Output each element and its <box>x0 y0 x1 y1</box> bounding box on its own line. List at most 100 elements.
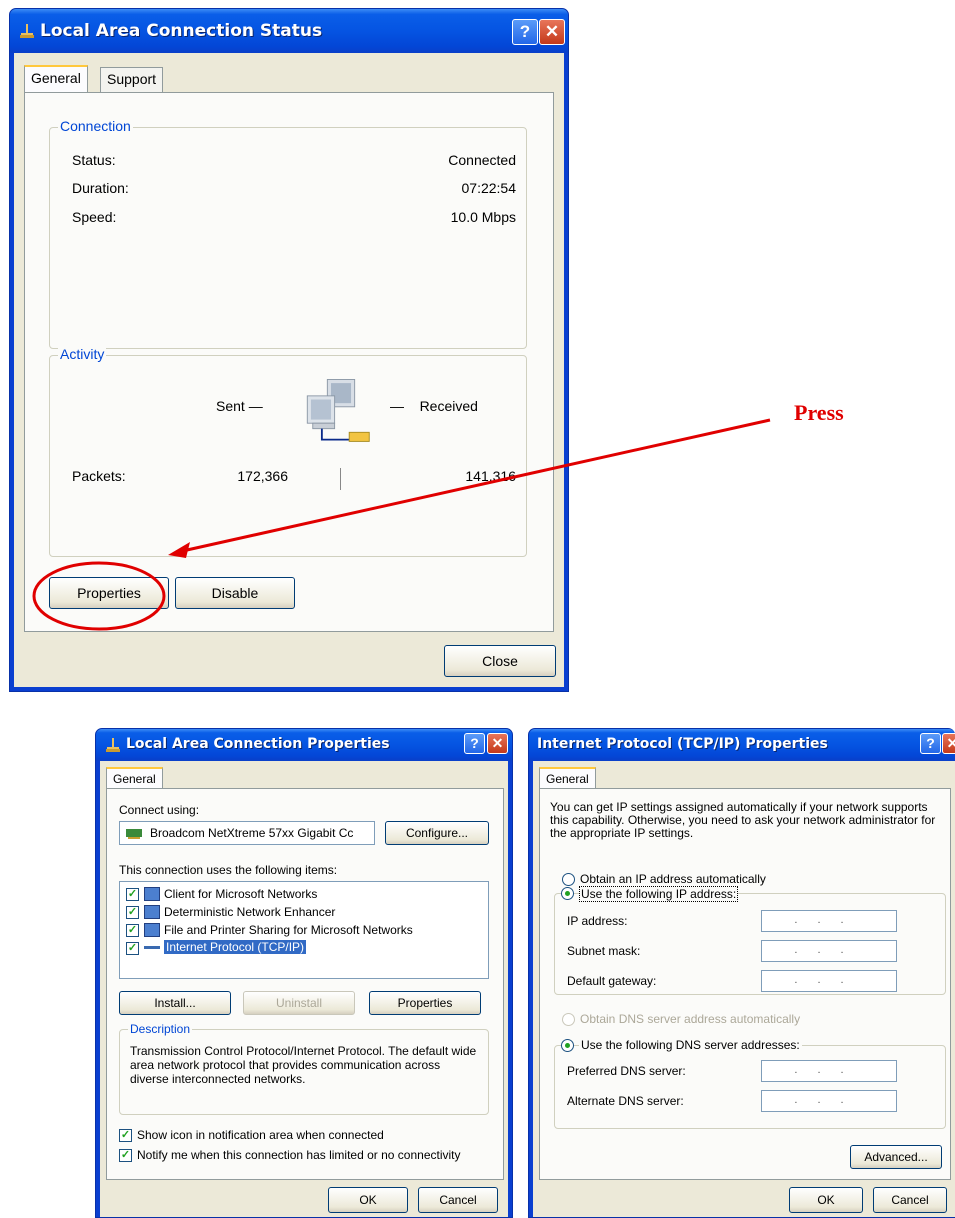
duration-label: Duration: <box>72 180 129 196</box>
lac-titlebar[interactable]: Local Area Connection Properties ? ✕ <box>96 729 512 761</box>
obtain-dns-radio[interactable] <box>562 1013 575 1026</box>
tab-support[interactable]: Support <box>100 67 164 93</box>
close-window-button[interactable]: ✕ <box>487 733 508 754</box>
tab-general[interactable]: General <box>24 65 88 93</box>
speed-label: Speed: <box>72 209 117 225</box>
use-ip-label: Use the following IP address: <box>579 886 739 902</box>
obtain-dns-label: Obtain DNS server address automatically <box>580 1012 801 1026</box>
use-dns-label: Use the following DNS server addresses: <box>579 1038 802 1052</box>
press-annotation: Press <box>794 400 844 425</box>
show-icon-checkbox[interactable]: ✓ <box>119 1129 132 1142</box>
list-item[interactable]: ✓ Client for Microsoft Networks <box>120 886 488 903</box>
obtain-ip-label: Obtain an IP address automatically <box>580 872 766 886</box>
ip-address-input[interactable]: ... <box>761 910 897 932</box>
item-label: File and Printer Sharing for Microsoft N… <box>164 923 413 937</box>
install-button[interactable]: Install... <box>119 991 231 1015</box>
advanced-button[interactable]: Advanced... <box>850 1145 942 1169</box>
packets-received-value: 141,316 <box>465 468 516 484</box>
status-general-panel: Connection Status: Connected Duration: 0… <box>24 92 554 632</box>
description-group-label: Description <box>128 1022 193 1036</box>
item-label: Internet Protocol (TCP/IP) <box>164 940 307 954</box>
network-connection-icon <box>20 24 34 38</box>
disable-button[interactable]: Disable <box>175 577 295 609</box>
item-checkbox[interactable]: ✓ <box>126 906 139 919</box>
help-button[interactable]: ? <box>464 733 485 754</box>
status-titlebar[interactable]: Local Area Connection Status ? ✕ <box>10 9 568 53</box>
preferred-dns-label: Preferred DNS server: <box>567 1064 686 1078</box>
cancel-button[interactable]: Cancel <box>873 1187 947 1213</box>
printer-icon <box>144 923 160 937</box>
sent-label: Sent — <box>216 398 263 414</box>
help-button[interactable]: ? <box>512 19 538 45</box>
network-connection-icon <box>106 738 120 752</box>
tcpip-properties-dialog: Internet Protocol (TCP/IP) Properties ? … <box>528 728 955 1218</box>
configure-button[interactable]: Configure... <box>385 821 489 845</box>
alternate-dns-input[interactable]: ... <box>761 1090 897 1112</box>
properties-button[interactable]: Properties <box>49 577 169 609</box>
connection-group: Connection Status: Connected Duration: 0… <box>49 118 527 349</box>
ok-button[interactable]: OK <box>789 1187 863 1213</box>
activity-group-label: Activity <box>58 346 107 362</box>
show-icon-label: Show icon in notification area when conn… <box>137 1128 384 1142</box>
item-label: Client for Microsoft Networks <box>164 887 318 901</box>
item-checkbox[interactable]: ✓ <box>126 924 139 937</box>
packets-label: Packets: <box>72 468 126 484</box>
close-button[interactable]: Close <box>444 645 556 677</box>
tab-general[interactable]: General <box>539 767 596 789</box>
adapter-field: Broadcom NetXtreme 57xx Gigabit Cc <box>119 821 375 845</box>
intro-text: You can get IP settings assigned automat… <box>550 800 936 840</box>
default-gateway-input[interactable]: ... <box>761 970 897 992</box>
items-label: This connection uses the following items… <box>119 863 338 877</box>
uninstall-button[interactable]: Uninstall <box>243 991 355 1015</box>
tab-general[interactable]: General <box>106 767 163 789</box>
description-text: Transmission Control Protocol/Internet P… <box>130 1044 477 1086</box>
speed-value: 10.0 Mbps <box>450 209 516 225</box>
close-window-button[interactable]: ✕ <box>942 733 955 754</box>
preferred-dns-input[interactable]: ... <box>761 1060 897 1082</box>
properties-button[interactable]: Properties <box>369 991 481 1015</box>
item-checkbox[interactable]: ✓ <box>126 942 139 955</box>
item-checkbox[interactable]: ✓ <box>126 888 139 901</box>
lac-title: Local Area Connection Properties <box>126 736 390 752</box>
notify-checkbox[interactable]: ✓ <box>119 1149 132 1162</box>
notify-label: Notify me when this connection has limit… <box>137 1148 461 1162</box>
help-button[interactable]: ? <box>920 733 941 754</box>
item-label: Deterministic Network Enhancer <box>164 905 336 919</box>
components-list[interactable]: ✓ Client for Microsoft Networks ✓ Determ… <box>119 881 489 979</box>
obtain-ip-radio[interactable] <box>562 873 575 886</box>
status-value: Connected <box>448 152 516 168</box>
ip-address-label: IP address: <box>567 914 628 928</box>
tcpip-general-panel: You can get IP settings assigned automat… <box>539 788 951 1180</box>
use-dns-radio[interactable] <box>561 1039 574 1052</box>
status-client-area: General Support Connection Status: Conne… <box>14 53 564 687</box>
list-item[interactable]: ✓ Deterministic Network Enhancer <box>120 904 488 921</box>
connect-using-label: Connect using: <box>119 803 200 817</box>
use-ip-radio[interactable] <box>561 887 574 900</box>
packets-sent-value: 172,366 <box>237 468 288 484</box>
list-item[interactable]: ✓ Internet Protocol (TCP/IP) <box>120 940 488 957</box>
subnet-mask-label: Subnet mask: <box>567 944 641 958</box>
close-window-button[interactable]: ✕ <box>539 19 565 45</box>
dns-settings-group: Use the following DNS server addresses: … <box>554 1038 946 1129</box>
cancel-button[interactable]: Cancel <box>418 1187 498 1213</box>
lac-client-area: General Connect using: Broadcom NetXtrem… <box>100 761 508 1217</box>
status-dialog: Local Area Connection Status ? ✕ General… <box>9 8 569 692</box>
ip-settings-group: Use the following IP address: IP address… <box>554 886 946 995</box>
ok-button[interactable]: OK <box>328 1187 408 1213</box>
adapter-name: Broadcom NetXtreme 57xx Gigabit Cc <box>150 826 354 840</box>
network-icon <box>144 905 160 919</box>
subnet-mask-input[interactable]: ... <box>761 940 897 962</box>
status-label: Status: <box>72 152 116 168</box>
protocol-icon <box>144 946 160 949</box>
client-icon <box>144 887 160 901</box>
alternate-dns-label: Alternate DNS server: <box>567 1094 684 1108</box>
received-label: — Received <box>390 398 478 414</box>
duration-value: 07:22:54 <box>461 180 517 196</box>
description-group: Description Transmission Control Protoco… <box>119 1022 489 1115</box>
tcpip-client-area: General You can get IP settings assigned… <box>533 761 955 1217</box>
list-item[interactable]: ✓ File and Printer Sharing for Microsoft… <box>120 922 488 939</box>
network-adapter-icon <box>126 829 142 839</box>
tcpip-title: Internet Protocol (TCP/IP) Properties <box>537 736 828 752</box>
tcpip-titlebar[interactable]: Internet Protocol (TCP/IP) Properties ? … <box>529 729 955 761</box>
lac-properties-dialog: Local Area Connection Properties ? ✕ Gen… <box>95 728 513 1218</box>
